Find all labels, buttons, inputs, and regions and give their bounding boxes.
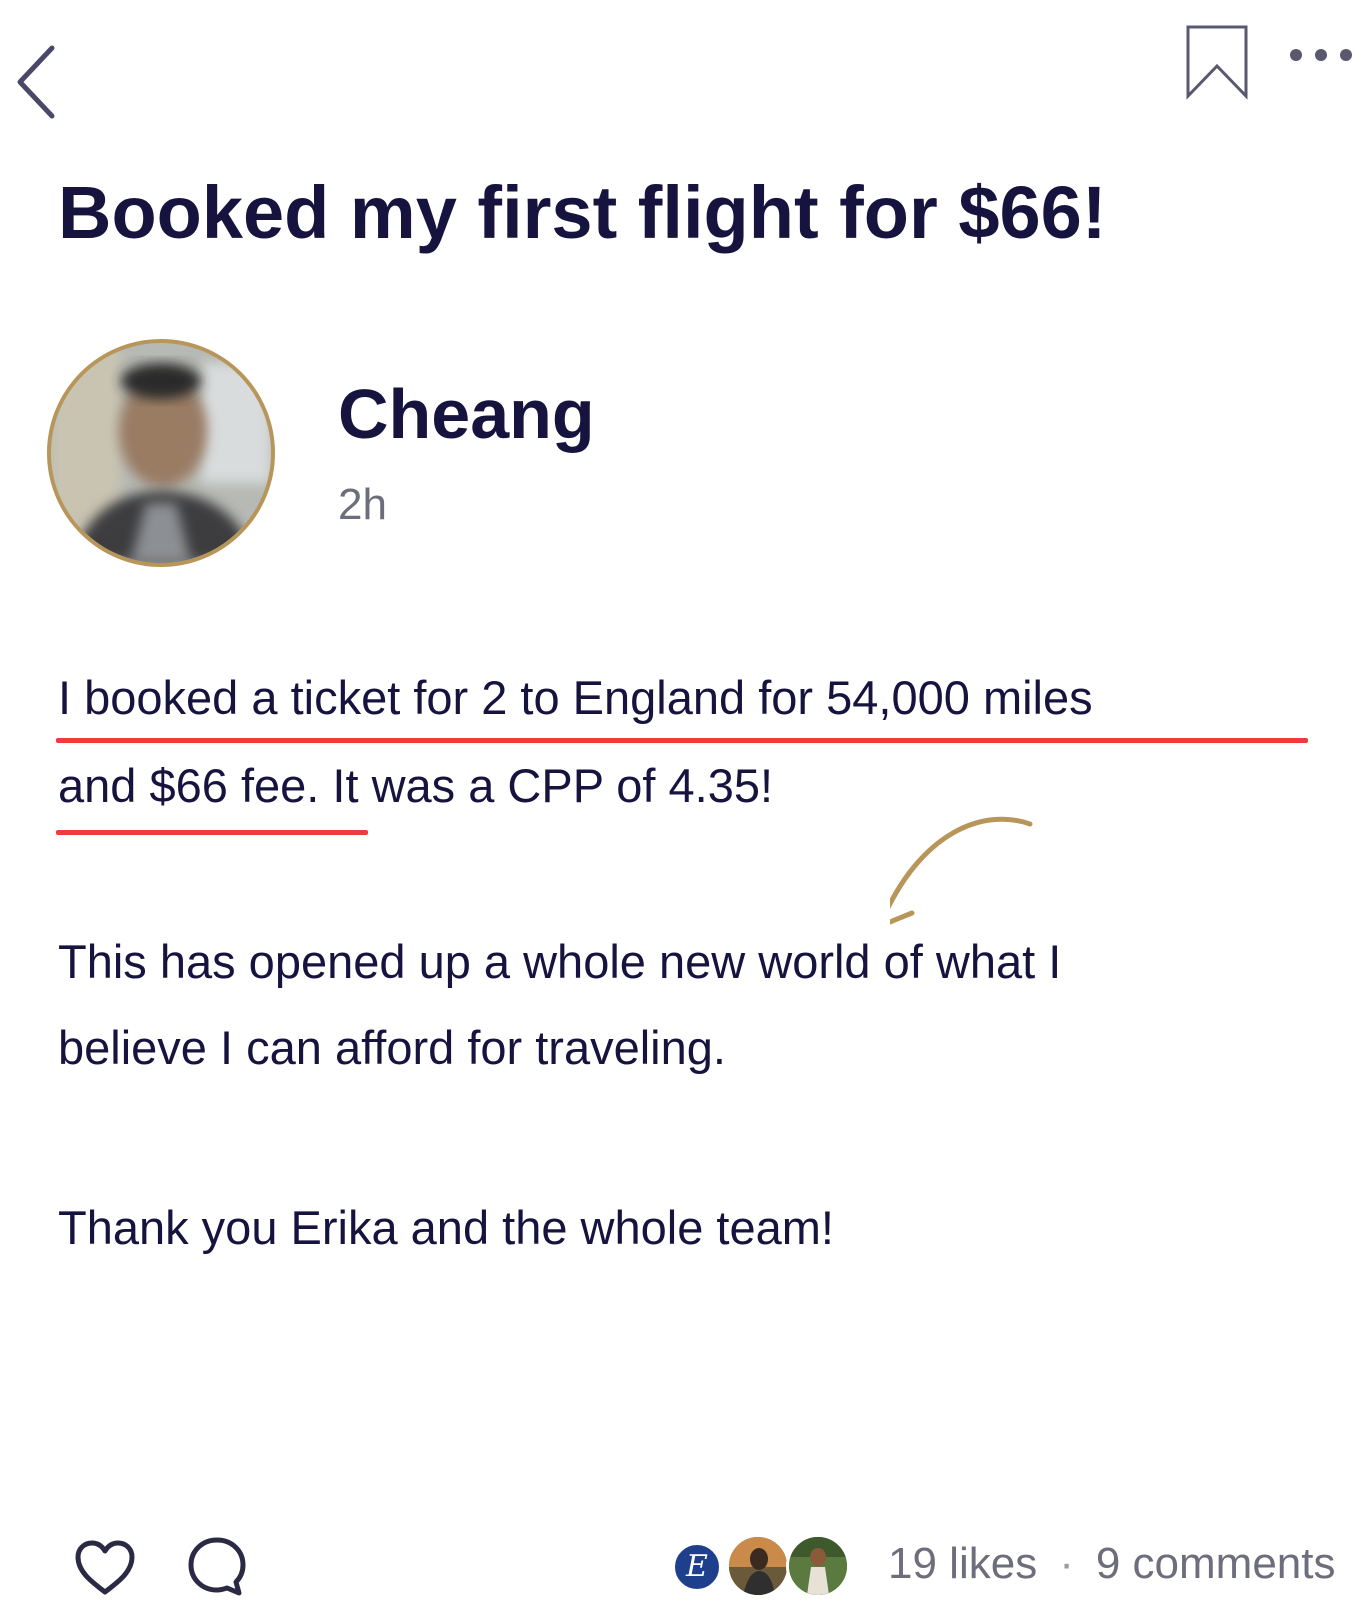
back-button[interactable]	[14, 44, 62, 120]
bookmark-icon	[1186, 25, 1248, 100]
likes-count[interactable]: 19 likes	[888, 1539, 1037, 1588]
post-stats: 19 likes · 9 comments	[888, 1536, 1335, 1592]
avatar-photo-icon	[789, 1537, 847, 1595]
post-title: Booked my first flight for $66!	[58, 171, 1107, 254]
liker-avatar	[786, 1534, 850, 1598]
highlight-underline	[56, 738, 1308, 743]
author-avatar[interactable]	[47, 339, 275, 567]
comment-bubble-icon	[188, 1537, 246, 1596]
avatar-photo-icon	[51, 343, 271, 563]
more-horizontal-icon	[1290, 49, 1352, 61]
heart-icon	[75, 1540, 135, 1595]
author-name[interactable]: Cheang	[338, 372, 595, 456]
comments-count[interactable]: 9 comments	[1096, 1539, 1336, 1588]
comment-button[interactable]	[186, 1536, 248, 1598]
chevron-left-icon	[17, 45, 55, 119]
more-options-button[interactable]	[1286, 40, 1356, 70]
post-timestamp: 2h	[338, 480, 387, 529]
stats-separator: ·	[1059, 1539, 1074, 1588]
post-body-line: This has opened up a whole new world of …	[58, 935, 1062, 988]
liker-avatar	[726, 1534, 790, 1598]
liker-avatars[interactable]: E	[672, 1534, 858, 1598]
liker-avatar: E	[672, 1542, 722, 1592]
post-body-line: Thank you Erika and the whole team!	[58, 1201, 834, 1254]
post-body-line: believe I can afford for traveling.	[58, 1021, 726, 1074]
highlight-underline	[56, 830, 368, 835]
post-body-line: I booked a ticket for 2 to England for 5…	[58, 671, 1093, 724]
like-button[interactable]	[74, 1540, 136, 1596]
avatar-photo-icon	[729, 1537, 787, 1595]
curved-arrow-icon	[890, 816, 1033, 925]
post-body-line: and $66 fee. It was a CPP of 4.35!	[58, 759, 774, 812]
liker-initial: E	[686, 1549, 708, 1584]
bookmark-button[interactable]	[1184, 24, 1250, 100]
